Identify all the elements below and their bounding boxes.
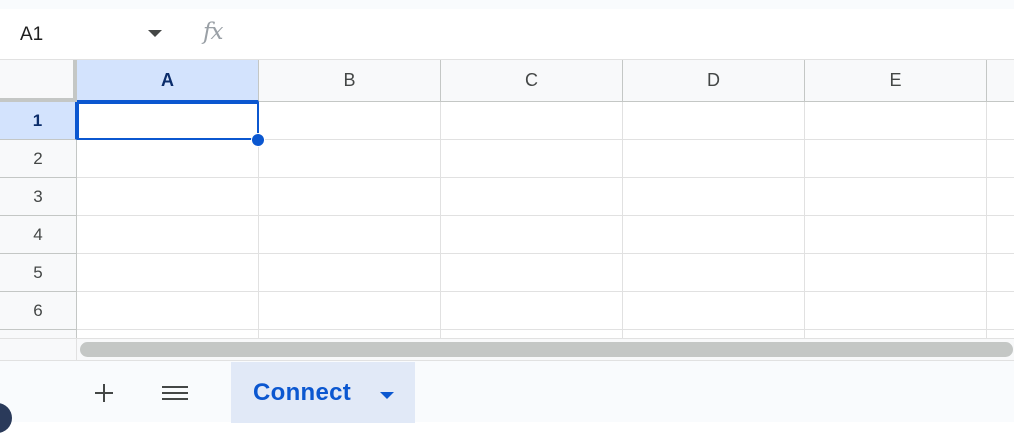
grid-cell[interactable] [441, 178, 623, 216]
grid-cell[interactable] [77, 292, 259, 330]
caret-down-icon[interactable] [380, 392, 394, 399]
grid-cell[interactable] [805, 216, 987, 254]
grid-cell[interactable] [77, 102, 259, 140]
grid-cell[interactable] [987, 330, 1014, 338]
grid-cell[interactable] [259, 330, 441, 338]
grid-cell[interactable] [259, 102, 441, 140]
row-label: 3 [33, 186, 43, 206]
column-header-a[interactable]: A [77, 60, 259, 102]
row-label: 5 [33, 262, 43, 282]
column-header-b[interactable]: B [259, 60, 441, 102]
select-all-corner[interactable] [0, 60, 77, 102]
grid-cell[interactable] [259, 178, 441, 216]
grid-cell[interactable] [987, 140, 1014, 178]
grid-cell[interactable] [77, 330, 259, 338]
sheet-tab-connect[interactable]: Connect [231, 362, 415, 423]
name-box-value: A1 [20, 23, 44, 45]
grid-cell[interactable] [805, 178, 987, 216]
grid-cell[interactable] [259, 216, 441, 254]
horizontal-scrollbar[interactable] [0, 338, 1014, 361]
row-header-4[interactable]: 4 [0, 216, 77, 254]
add-sheet-button[interactable] [84, 373, 124, 413]
column-label: D [707, 70, 720, 90]
grid-cell[interactable] [805, 254, 987, 292]
grid-cell[interactable] [77, 178, 259, 216]
fill-handle[interactable] [251, 133, 265, 147]
row-label: 1 [32, 110, 43, 130]
row-header-3[interactable]: 3 [0, 178, 77, 216]
row-label: 6 [33, 300, 43, 320]
grid-cell[interactable] [987, 178, 1014, 216]
grid-cell[interactable] [623, 292, 805, 330]
column-header-e[interactable]: E [805, 60, 987, 102]
grid-cell[interactable] [259, 292, 441, 330]
all-sheets-button[interactable] [155, 373, 195, 413]
grid-cell[interactable] [441, 216, 623, 254]
grid-cell[interactable] [805, 140, 987, 178]
grid-cell[interactable] [77, 254, 259, 292]
grid-cell[interactable] [441, 102, 623, 140]
grid-cell[interactable] [987, 292, 1014, 330]
column-header-c[interactable]: C [441, 60, 623, 102]
menu-icon [162, 386, 188, 400]
sheet-bar: Connect [0, 360, 1014, 433]
column-label: B [343, 70, 356, 90]
top-strip [0, 0, 1014, 9]
column-header-partial[interactable] [987, 60, 1014, 102]
grid-cell[interactable] [805, 102, 987, 140]
grid-cell[interactable] [77, 140, 259, 178]
formula-bar: A1 fx [0, 9, 1014, 60]
grid-cell[interactable] [623, 178, 805, 216]
row-header-1[interactable]: 1 [0, 102, 77, 140]
column-label: C [525, 70, 538, 90]
grid-cell[interactable] [441, 292, 623, 330]
sheet-tab-label: Connect [253, 378, 352, 406]
grid-cell[interactable] [623, 330, 805, 338]
row-header-partial[interactable] [0, 330, 77, 338]
column-header-d[interactable]: D [623, 60, 805, 102]
grid-cell[interactable] [259, 140, 441, 178]
spreadsheet-grid: A B C D E 1 2 3 4 5 6 [0, 60, 1014, 338]
grid-cell[interactable] [441, 140, 623, 178]
scrollbar-spacer [0, 339, 77, 361]
grid-cell[interactable] [805, 292, 987, 330]
corner-blob [0, 403, 12, 433]
grid-cell[interactable] [77, 216, 259, 254]
caret-down-icon[interactable] [148, 30, 162, 37]
row-header-6[interactable]: 6 [0, 292, 77, 330]
row-header-5[interactable]: 5 [0, 254, 77, 292]
grid-cell[interactable] [805, 330, 987, 338]
row-header-2[interactable]: 2 [0, 140, 77, 178]
formula-input[interactable] [246, 9, 1014, 60]
grid-cell[interactable] [623, 254, 805, 292]
grid-cell[interactable] [441, 330, 623, 338]
row-label: 4 [33, 224, 43, 244]
grid-cell[interactable] [259, 254, 441, 292]
grid-cell[interactable] [623, 216, 805, 254]
column-label: E [889, 70, 902, 90]
row-label: 2 [33, 148, 43, 168]
fx-icon: fx [203, 19, 224, 45]
scrollbar-thumb[interactable] [80, 342, 1013, 357]
column-label: A [161, 69, 174, 90]
plus-icon [95, 384, 113, 402]
grid-cell[interactable] [623, 102, 805, 140]
grid-cell[interactable] [623, 140, 805, 178]
grid-cell[interactable] [987, 102, 1014, 140]
grid-cell[interactable] [441, 254, 623, 292]
grid-cell[interactable] [987, 254, 1014, 292]
grid-cell[interactable] [987, 216, 1014, 254]
